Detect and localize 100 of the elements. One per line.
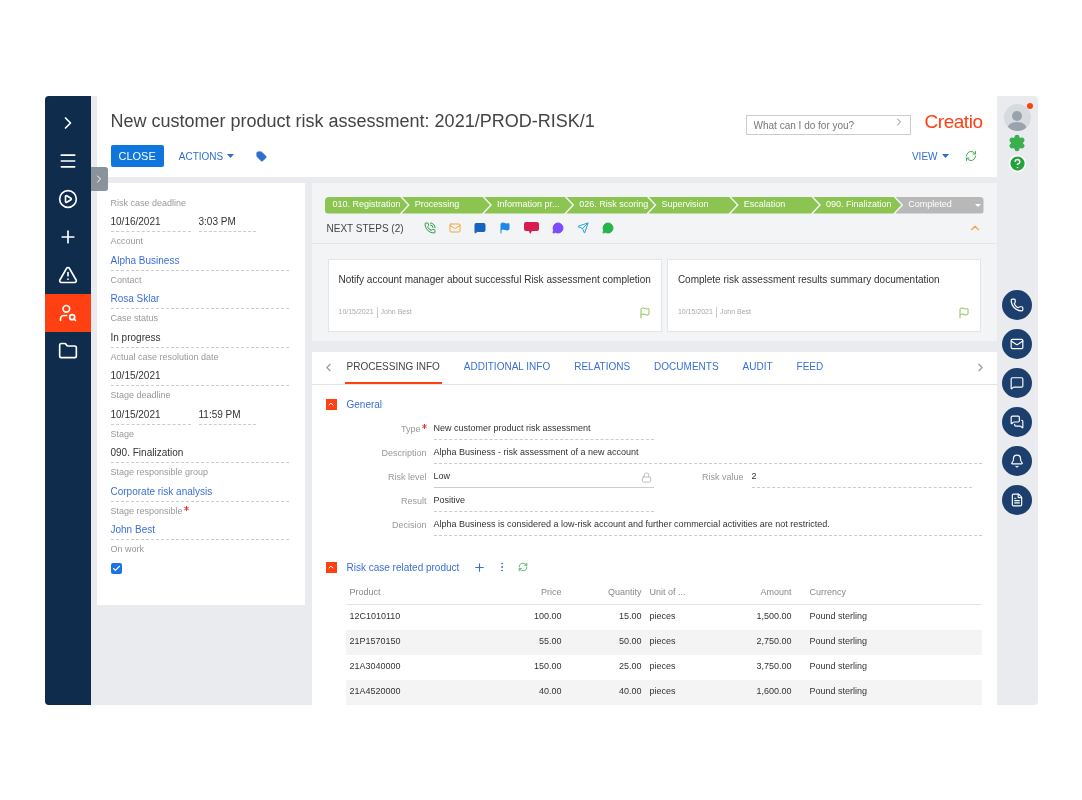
table-cell-text: 1,600.00 xyxy=(755,685,793,699)
telegram-icon[interactable] xyxy=(576,222,589,234)
field-label: Result xyxy=(401,494,427,508)
table-cell-text: 21A4520000 xyxy=(348,685,402,699)
table-cell-text: 1,500.00 xyxy=(755,610,793,624)
agent-icon xyxy=(57,302,78,323)
table-row[interactable]: 21P1570150 55.00 50.00 pieces 2,750.00 Pound sterling xyxy=(345,629,982,655)
table-cell-text: 21P1570150 xyxy=(348,635,402,649)
communication-button[interactable] xyxy=(1002,445,1032,476)
flag-icon[interactable] xyxy=(498,222,511,234)
sms-icon[interactable] xyxy=(523,222,539,234)
lock-icon xyxy=(640,471,652,483)
form-field[interactable]: 2 xyxy=(751,467,972,488)
chat-icon xyxy=(1010,375,1024,390)
settings-icon[interactable] xyxy=(1008,133,1026,152)
tab[interactable]: PROCESSING INFO xyxy=(344,351,442,384)
field-label: Case status xyxy=(110,312,159,325)
tab[interactable]: ADDITIONAL INFO xyxy=(461,351,553,384)
form-field[interactable]: Alpha Business - risk assessment of a new account xyxy=(433,443,982,464)
column-header[interactable]: Product xyxy=(345,586,466,600)
chat-icon[interactable] xyxy=(473,222,486,234)
table-cell-text: 15.00 xyxy=(617,610,643,624)
person-icon xyxy=(1007,108,1027,131)
communication-button[interactable] xyxy=(1002,367,1032,398)
link-field[interactable]: Corporate risk analysis xyxy=(110,481,289,502)
field-label: Type xyxy=(401,422,421,436)
collapse-toggle[interactable] xyxy=(325,561,337,573)
table-cell-text: pieces xyxy=(648,685,677,699)
table-cell-text: 40.00 xyxy=(617,685,643,699)
form-field[interactable]: New customer product risk assessment xyxy=(433,419,654,440)
document-icon xyxy=(1010,492,1024,507)
refresh-icon[interactable] xyxy=(964,150,977,162)
form-field[interactable]: Positive xyxy=(433,491,654,512)
table-cell-text: 40.00 xyxy=(537,685,563,699)
tab[interactable]: DOCUMENTS xyxy=(652,351,721,384)
next-steps-tab[interactable]: NEXT STEPS (2) xyxy=(326,220,404,236)
column-header[interactable]: Unit of ... xyxy=(645,586,716,600)
section-title[interactable]: Risk case related product xyxy=(346,559,460,575)
collapse-toggle[interactable] xyxy=(325,398,337,410)
task-title: Complete risk assessment results summary documentation xyxy=(677,272,941,287)
communication-button[interactable] xyxy=(1002,289,1032,320)
table-cell-text: Pound sterling xyxy=(808,635,869,649)
chevron-icon xyxy=(327,563,335,571)
communication-button[interactable] xyxy=(1002,328,1032,359)
page-title: New customer product risk assessment: 2021/PROD-RISK/1 xyxy=(110,110,596,134)
chats-icon xyxy=(1010,414,1024,429)
link-field[interactable]: John Best xyxy=(110,520,289,540)
date-field[interactable]: 10/15/2021 xyxy=(110,404,191,425)
field-label: Stage deadline xyxy=(110,389,171,402)
column-header[interactable]: Currency xyxy=(795,586,946,600)
logo: Creatio xyxy=(924,109,983,134)
tag-icon[interactable] xyxy=(256,150,268,162)
mail-icon xyxy=(1010,336,1024,351)
actions-button[interactable]: ACTIONS xyxy=(178,148,235,164)
folder-icon xyxy=(57,340,78,361)
field-label: Actual case resolution date xyxy=(110,350,219,364)
field-label: Risk value xyxy=(701,470,745,484)
text-field[interactable]: In progress xyxy=(110,327,289,348)
field-label: Description xyxy=(381,446,427,460)
call-icon[interactable] xyxy=(423,222,436,234)
close-button[interactable]: CLOSE xyxy=(110,145,164,167)
chevron-icon xyxy=(327,400,335,408)
column-header[interactable]: Amount xyxy=(715,586,796,600)
form-field[interactable]: Low xyxy=(433,467,654,488)
time-field[interactable]: 3:03 PM xyxy=(198,212,256,232)
table-cell-text: 2,750.00 xyxy=(755,635,793,649)
section-title[interactable]: General xyxy=(346,396,383,412)
whatsapp-icon[interactable] xyxy=(601,222,614,234)
tab[interactable]: RELATIONS xyxy=(572,351,633,384)
link-field[interactable]: Rosa Sklar xyxy=(110,289,289,309)
add-icon[interactable] xyxy=(473,560,487,574)
nav-item[interactable] xyxy=(44,293,91,332)
table-cell-text: 3,750.00 xyxy=(755,660,793,674)
field-label: Contact xyxy=(110,273,142,287)
text-field[interactable]: 10/15/2021 xyxy=(110,366,289,386)
communication-button[interactable] xyxy=(1002,406,1032,437)
table-row[interactable]: 21A4520000 40.00 40.00 pieces 1,600.00 Pound sterling xyxy=(345,679,982,705)
view-button[interactable]: VIEW xyxy=(911,148,949,164)
table-cell-text: 150.00 xyxy=(532,660,563,674)
text-field[interactable]: 090. Finalization xyxy=(110,443,289,463)
field-label: Decision xyxy=(392,518,427,532)
table-cell-text: 55.00 xyxy=(537,635,563,649)
link-field[interactable]: Alpha Business xyxy=(110,250,289,271)
form-field[interactable]: Alpha Business is considered a low-risk account and further commercial activities are not restricted. xyxy=(433,515,982,536)
field-label: Risk case deadline xyxy=(110,196,187,210)
messenger-icon[interactable] xyxy=(551,222,564,234)
tab[interactable]: FEED xyxy=(794,351,826,384)
time-field[interactable]: 11:59 PM xyxy=(198,404,256,425)
column-header[interactable]: Price xyxy=(465,586,566,600)
date-field[interactable]: 10/16/2021 xyxy=(110,212,191,232)
search-field[interactable]: What can I do for you? xyxy=(745,115,911,136)
help-icon[interactable] xyxy=(1007,153,1027,173)
caret-icon xyxy=(227,154,235,158)
field-label: Stage responsible group xyxy=(110,466,209,479)
tab[interactable]: AUDIT xyxy=(740,351,775,384)
table-cell-text: 100.00 xyxy=(532,610,563,624)
checkbox[interactable] xyxy=(110,562,122,574)
column-header[interactable]: Quantity xyxy=(565,586,646,600)
avatar[interactable] xyxy=(1003,103,1031,131)
communication-button[interactable] xyxy=(1002,484,1032,515)
